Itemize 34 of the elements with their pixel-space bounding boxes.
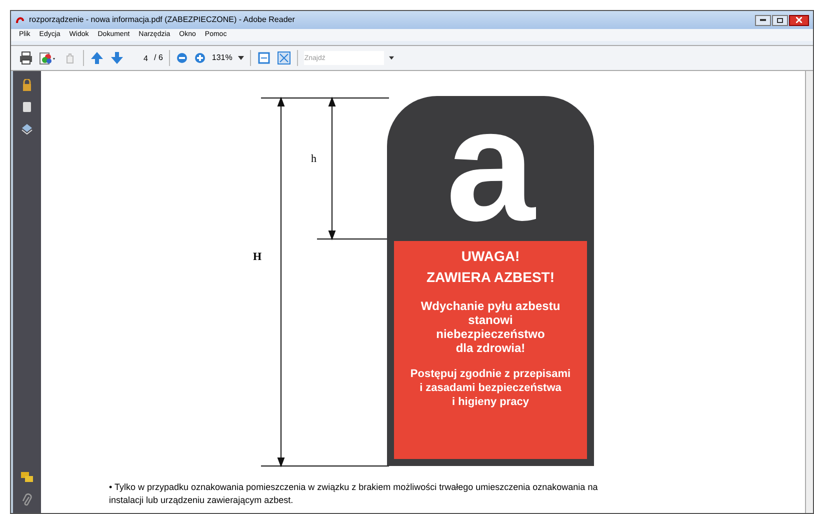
minimize-button[interactable] [755,14,771,26]
page-icon[interactable] [22,101,32,113]
footnote-text: instalacji lub urządzeniu zawierającym azbest. [109,494,294,507]
dropdown-arrow-icon[interactable] [389,56,394,60]
print-icon[interactable] [19,51,33,65]
lock-icon[interactable] [21,79,33,91]
layers-icon[interactable] [21,123,33,135]
warning-heading: ZAWIERA AZBEST! [426,270,555,285]
dropdown-arrow-icon[interactable] [238,56,244,60]
zoom-out-icon[interactable] [176,52,188,64]
next-page-icon[interactable] [110,51,124,65]
page-number-field[interactable]: 4 [130,51,148,65]
dimension-label: h [311,152,316,167]
page-count: / 6 [154,52,163,64]
fit-page-icon[interactable] [257,51,272,65]
app-icon [15,15,25,25]
warning-heading: UWAGA! [461,249,520,264]
instruction-text: Postępuj zgodnie z przepisami i zasadami bezpieczeństwa i higieny pracy [410,367,571,409]
window-title: rozporządzenie - nowa informacja.pdf (ZABEZPIECZONE) - Adobe Reader [29,14,295,26]
zoom-in-icon[interactable] [194,52,206,64]
comments-icon[interactable] [20,471,34,483]
close-button[interactable] [789,14,809,26]
sign-letter: a [446,100,535,236]
full-screen-icon[interactable] [277,51,292,65]
footnote-text: • Tylko w przypadku oznakowania pomieszczenia w związku z brakiem możliwości trwałego umieszczenia oznakowania na [109,481,598,494]
paperclip-icon[interactable] [22,493,32,507]
zoom-level[interactable]: 131% [212,52,232,64]
close-icon [796,17,802,23]
previous-page-icon[interactable] [90,51,104,65]
share-icon[interactable] [39,51,57,65]
warning-text: Wdychanie pyłu azbestu stanowi niebezpieczeństwo dla zdrowia! [420,299,560,355]
scrollbar[interactable] [805,71,813,513]
maximize-button[interactable] [772,14,788,26]
dimension-label: H [253,250,262,265]
